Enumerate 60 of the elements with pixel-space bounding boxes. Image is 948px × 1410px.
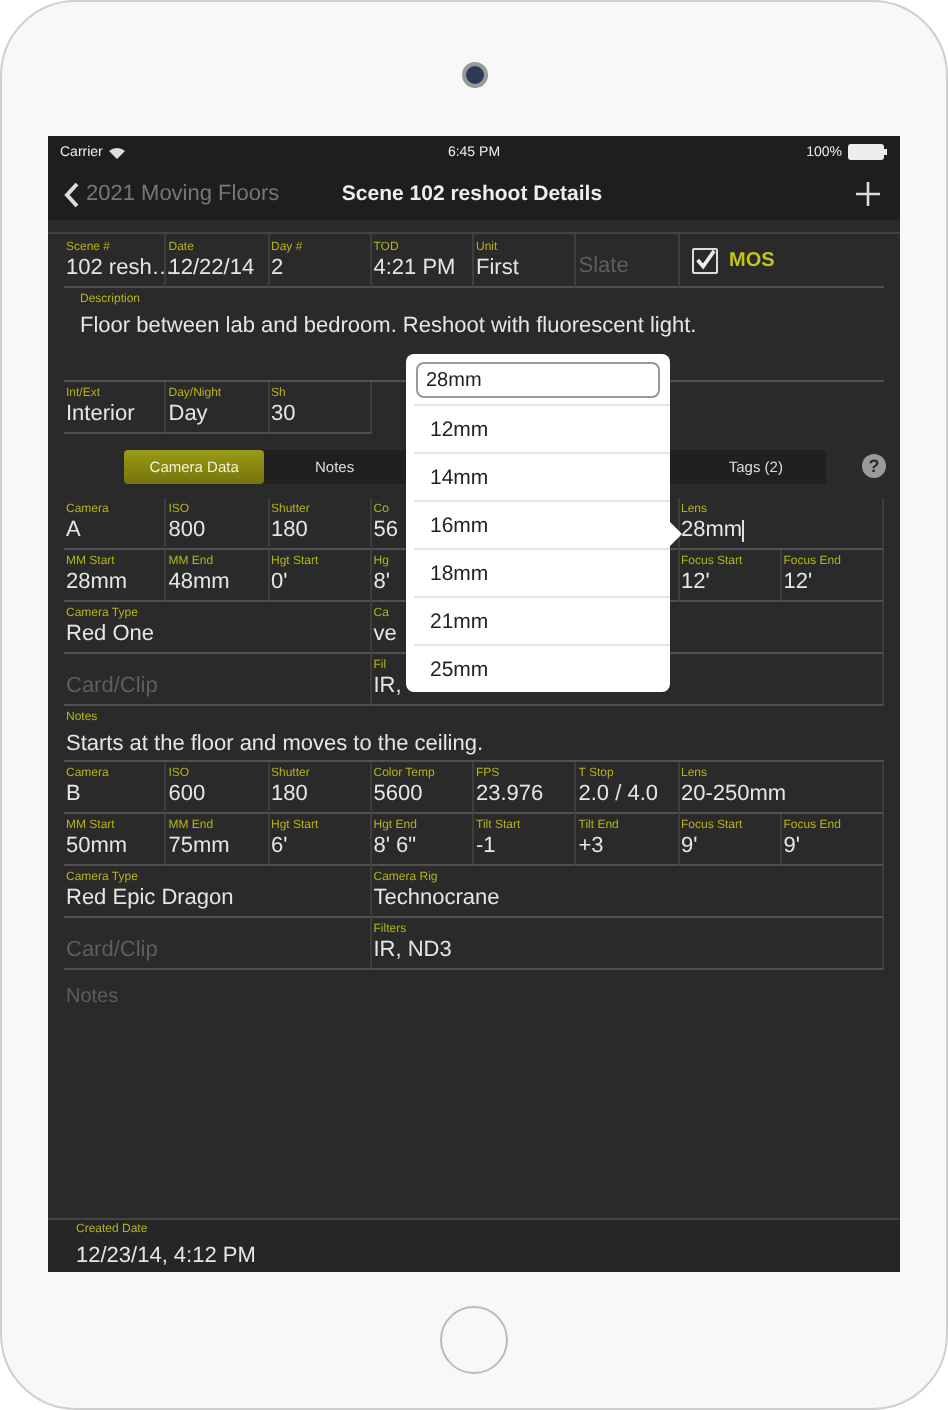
field-value[interactable]: Day (168, 402, 208, 428)
field-value[interactable]: 102 resh… (66, 255, 174, 281)
field-value[interactable]: 800 (168, 518, 206, 544)
chevron-left-icon (64, 181, 80, 207)
field-value[interactable]: 75mm (168, 834, 230, 860)
add-icon[interactable] (856, 182, 880, 206)
field-value[interactable]: Red Epic Dragon (66, 886, 234, 912)
field-value[interactable]: 2 (271, 255, 284, 281)
field-value[interactable]: 50mm (66, 834, 128, 860)
field-value[interactable]: 0' (271, 570, 288, 596)
field-value[interactable]: 2.0 / 4.0 (578, 782, 659, 808)
field-value[interactable]: Floor between lab and bedroom. Reshoot with fluorescent light. (80, 314, 852, 340)
window-title: Scene 102 reshoot Details (341, 182, 603, 206)
field-value[interactable]: 6' (271, 834, 288, 860)
field-value[interactable]: 23.976 (476, 782, 544, 808)
field-value[interactable]: 600 (168, 782, 206, 808)
field-value: 12/23/14, 4:12 PM (76, 1244, 258, 1270)
battery-icon (847, 144, 888, 160)
checkbox-label: MOS (729, 249, 775, 271)
field-value[interactable]: 20-250mm (681, 782, 787, 808)
wifi-icon (108, 145, 127, 159)
menu-item[interactable]: 25mm (414, 644, 670, 692)
field-value[interactable]: -1 (476, 834, 496, 860)
field-value[interactable]: 30 (271, 402, 296, 428)
help-icon[interactable]: ? (862, 454, 886, 478)
field-value[interactable]: 8' (373, 570, 390, 596)
field-value[interactable]: Red One (66, 622, 155, 648)
field-value[interactable]: 12' (681, 570, 710, 596)
field-value[interactable]: 8' 6" (373, 834, 417, 860)
field-value[interactable]: IR, ND3 (373, 938, 452, 964)
menu-item[interactable]: 16mm (414, 500, 670, 548)
menu-item[interactable]: 14mm (414, 452, 670, 500)
menu-item[interactable]: 21mm (414, 596, 670, 644)
field-value[interactable]: 180 (271, 782, 308, 808)
field-value[interactable]: 5600 (373, 782, 423, 808)
field-value[interactable]: 9' (783, 834, 800, 860)
field-value[interactable]: IR, (373, 674, 402, 700)
field-value[interactable]: 48mm (168, 570, 230, 596)
field-value[interactable]: 4:21 PM (373, 255, 456, 281)
field-value[interactable]: ve (373, 622, 397, 648)
field-value[interactable]: 9' (681, 834, 698, 860)
back-button[interactable]: 2021 Moving Floors (64, 181, 324, 207)
field-value[interactable]: 28mm (66, 570, 128, 596)
field-value[interactable]: 28mm (681, 518, 743, 544)
menu-item[interactable]: 18mm (414, 548, 670, 596)
field-value[interactable]: Starts at the floor and moves to the ceiling. (66, 731, 884, 757)
search-field[interactable]: 28mm (416, 362, 660, 398)
menu-item[interactable]: 12mm (414, 404, 670, 452)
field-value[interactable]: A (66, 518, 81, 544)
checkbox[interactable] (691, 247, 717, 273)
field-value[interactable]: 180 (271, 518, 308, 544)
field-value[interactable]: Interior (66, 402, 135, 428)
field-value[interactable]: 56 (373, 518, 398, 544)
field-value[interactable]: Technocrane (373, 886, 500, 912)
camera-lens (461, 62, 487, 88)
field-value[interactable]: +3 (578, 834, 604, 860)
field-value[interactable]: First (476, 255, 519, 281)
field-value[interactable]: 12/22/14 (168, 255, 255, 281)
field-value[interactable]: B (66, 782, 81, 808)
field-value[interactable]: 12' (783, 570, 813, 596)
